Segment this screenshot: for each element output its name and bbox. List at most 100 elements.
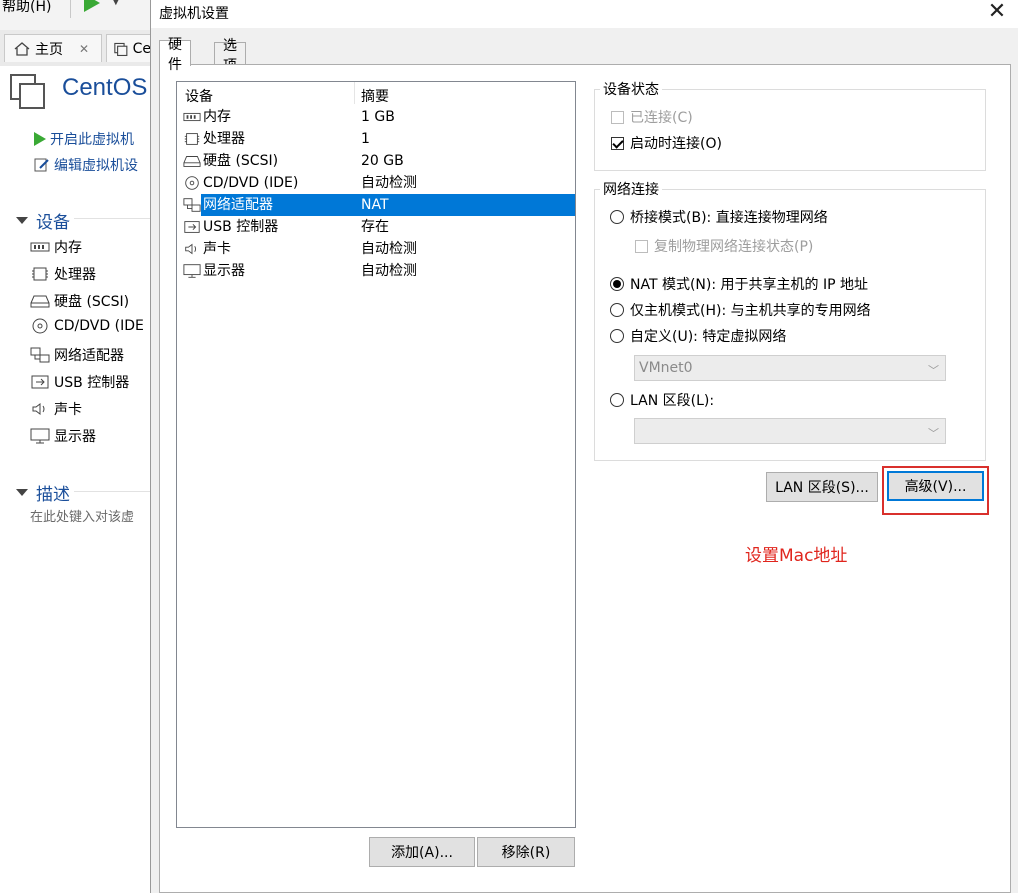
device-summary: 自动检测 <box>361 241 417 257</box>
processor-icon <box>184 133 200 145</box>
hardware-panel: 设备 摘要 内存 1 GB 处理器 1 硬盘 (SCSI) 20 GB CD/D… <box>159 64 1011 893</box>
chevron-down-icon: ﹀ <box>928 364 939 377</box>
chevron-down-icon[interactable]: ▼ <box>112 0 120 7</box>
edit-settings-label: 编辑虚拟机设 <box>54 158 138 174</box>
usb-icon <box>31 375 49 389</box>
lan-segments-button[interactable]: LAN 区段(S)... <box>766 472 878 502</box>
tab-home-label: 主页 <box>35 41 63 58</box>
custom-network-value: VMnet0 <box>639 360 693 376</box>
connect-at-power-on-label: 启动时连接(O) <box>630 136 722 152</box>
sound-icon <box>185 243 197 255</box>
custom-label: 自定义(U): 特定虚拟网络 <box>630 329 787 345</box>
connected-checkbox[interactable] <box>611 111 624 124</box>
column-device[interactable]: 设备 <box>185 86 213 106</box>
add-device-button[interactable]: 添加(A)... <box>369 837 475 867</box>
bg-device-label: 网络适配器 <box>54 348 124 364</box>
display-icon <box>183 264 201 278</box>
replicate-state-checkbox[interactable] <box>635 240 648 253</box>
bg-device-memory[interactable]: 内存 <box>30 237 82 257</box>
device-status-group <box>594 89 986 171</box>
bridged-label: 桥接模式(B): 直接连接物理网络 <box>630 210 828 226</box>
bg-device-display[interactable]: 显示器 <box>30 426 96 446</box>
device-name: 显示器 <box>203 263 245 279</box>
bg-device-label: 显示器 <box>54 429 96 445</box>
tab-centos-label: Ce <box>132 40 151 57</box>
custom-radio[interactable] <box>610 329 624 343</box>
bg-device-cd-dvd[interactable]: CD/DVD (IDE <box>30 318 144 334</box>
close-icon[interactable]: ✕ <box>79 42 89 56</box>
divider <box>74 491 150 492</box>
collapse-icon <box>16 489 28 496</box>
usb-icon <box>184 221 200 233</box>
power-on-icon[interactable] <box>84 0 100 12</box>
divider <box>74 218 150 219</box>
vm-icon <box>10 74 45 109</box>
description-header-label: 描述 <box>36 485 70 505</box>
bridged-radio[interactable] <box>610 210 624 224</box>
host-only-label: 仅主机模式(H): 与主机共享的专用网络 <box>630 303 871 319</box>
connect-at-power-on-checkbox[interactable] <box>611 137 624 150</box>
device-row-hard-disk[interactable]: 硬盘 (SCSI) 20 GB <box>177 150 575 172</box>
column-summary[interactable]: 摘要 <box>361 86 389 106</box>
device-summary: 20 GB <box>361 153 404 169</box>
column-separator <box>354 82 355 104</box>
device-row-processor[interactable]: 处理器 1 <box>177 128 575 150</box>
description-input[interactable]: 在此处键入对该虚 <box>30 506 134 525</box>
device-summary: 1 <box>361 131 370 147</box>
tab-centos[interactable]: Ce <box>106 34 152 62</box>
hard-disk-icon <box>30 295 50 308</box>
tab-home[interactable]: 主页 ✕ <box>4 34 102 62</box>
home-icon <box>14 41 30 56</box>
cd-dvd-icon <box>32 318 48 334</box>
bg-device-network-adapter[interactable]: 网络适配器 <box>30 345 124 365</box>
tab-hardware[interactable]: 硬件 <box>159 37 191 73</box>
device-row-network-adapter[interactable]: 网络适配器 NAT <box>177 194 575 216</box>
remove-device-button[interactable]: 移除(R) <box>477 837 575 867</box>
devices-header-label: 设备 <box>36 213 70 233</box>
bg-device-processor[interactable]: 处理器 <box>30 264 96 284</box>
device-row-display[interactable]: 显示器 自动检测 <box>177 260 575 282</box>
nat-radio[interactable] <box>610 277 624 291</box>
tab-options[interactable]: 选项 <box>214 38 246 74</box>
bg-device-usb[interactable]: USB 控制器 <box>30 372 129 392</box>
dialog-title: 虚拟机设置 <box>159 6 229 22</box>
device-row-memory[interactable]: 内存 1 GB <box>177 106 575 128</box>
advanced-button[interactable]: 高级(V)... <box>887 471 984 501</box>
device-row-usb[interactable]: USB 控制器 存在 <box>177 216 575 238</box>
menu-help[interactable]: 帮助(H) <box>2 0 51 16</box>
display-icon <box>30 428 50 444</box>
memory-icon <box>30 242 50 252</box>
device-list-header: 设备 摘要 <box>177 82 575 106</box>
devices-section-header[interactable]: 设备 <box>16 208 70 233</box>
device-row-sound[interactable]: 声卡 自动检测 <box>177 238 575 260</box>
annotation-text: 设置Mac地址 <box>745 546 848 566</box>
lan-segment-select[interactable]: ﹀ <box>634 418 946 444</box>
close-icon[interactable]: ✕ <box>977 0 1017 26</box>
description-section-header[interactable]: 描述 <box>16 480 70 505</box>
bg-device-label: CD/DVD (IDE <box>54 318 144 334</box>
device-status-label: 设备状态 <box>600 79 662 99</box>
play-icon <box>34 132 46 146</box>
device-list[interactable]: 设备 摘要 内存 1 GB 处理器 1 硬盘 (SCSI) 20 GB CD/D… <box>176 81 576 828</box>
bg-device-label: 硬盘 (SCSI) <box>54 294 130 310</box>
device-summary: NAT <box>361 194 389 216</box>
host-only-radio[interactable] <box>610 303 624 317</box>
edit-settings-link[interactable]: 编辑虚拟机设 <box>34 155 138 175</box>
device-summary: 存在 <box>361 219 389 235</box>
lan-segment-radio[interactable] <box>610 393 624 407</box>
replicate-state-label: 复制物理网络连接状态(P) <box>654 239 814 255</box>
network-connection-label: 网络连接 <box>600 179 662 199</box>
power-on-link[interactable]: 开启此虚拟机 <box>34 129 134 149</box>
device-name: USB 控制器 <box>203 219 279 235</box>
bg-device-sound[interactable]: 声卡 <box>30 399 82 419</box>
vm-settings-dialog: 虚拟机设置 ✕ 选项 硬件 设备 摘要 内存 1 GB 处理器 1 <box>150 0 1018 893</box>
bg-device-label: 内存 <box>54 240 82 256</box>
custom-network-select[interactable]: VMnet0 ﹀ <box>634 355 946 381</box>
connected-label: 已连接(C) <box>630 110 693 126</box>
sound-icon <box>32 403 45 415</box>
bg-device-hard-disk[interactable]: 硬盘 (SCSI) <box>30 291 129 311</box>
edit-icon <box>34 158 49 172</box>
device-row-cd-dvd[interactable]: CD/DVD (IDE) 自动检测 <box>177 172 575 194</box>
device-name: 内存 <box>203 109 231 125</box>
device-name: CD/DVD (IDE) <box>203 175 299 191</box>
